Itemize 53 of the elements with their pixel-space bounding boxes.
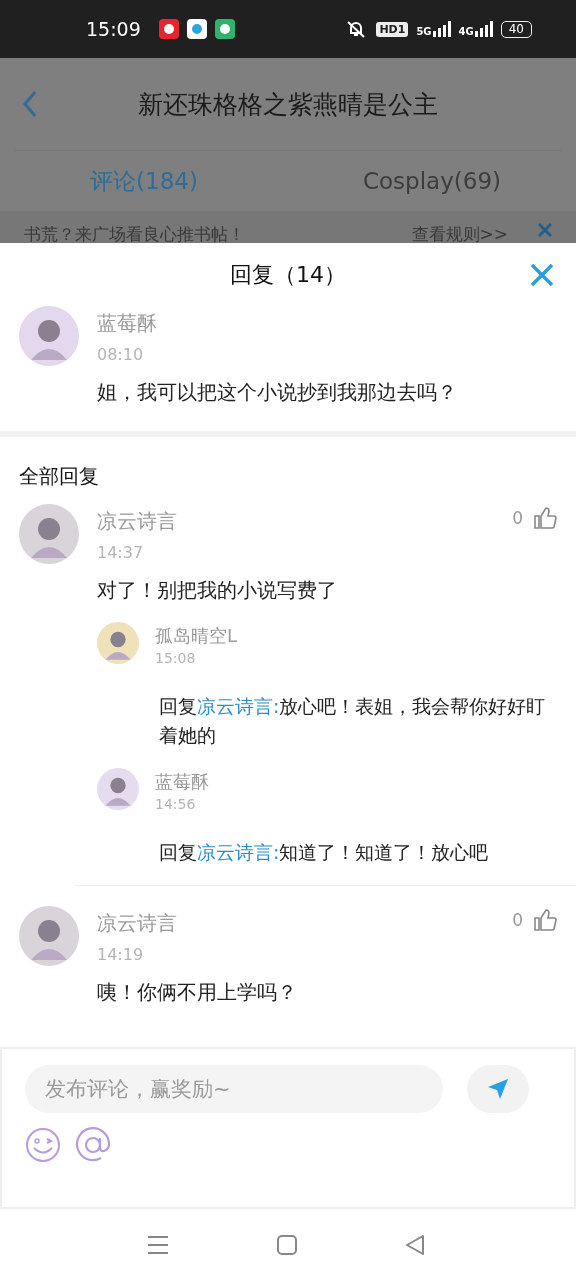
home-icon[interactable] — [277, 1235, 297, 1255]
section-title: 全部回复 — [18, 463, 100, 490]
comment-time: 14:37 — [97, 543, 145, 562]
send-button[interactable] — [467, 1065, 529, 1113]
comment-time: 08:10 — [97, 345, 145, 364]
comment-text: 姐，我可以把这个小说抄到我那边去吗？ — [97, 379, 458, 406]
avatar — [97, 768, 139, 810]
thumbs-up-icon[interactable] — [533, 506, 557, 530]
network-label: 5G — [416, 26, 432, 37]
avatar — [97, 622, 139, 664]
menu-icon[interactable] — [147, 1235, 169, 1255]
app-icon — [158, 19, 179, 39]
banner-text: 书荒？来广场看良心推书帖！ — [24, 223, 246, 243]
comment-time: 14:19 — [97, 945, 145, 964]
app-icon — [214, 19, 235, 39]
comment-text: 咦！你俩不用上学吗？ — [97, 979, 298, 1006]
user-link[interactable]: 凉云诗言: — [197, 841, 280, 863]
reply-time: 14:56 — [155, 796, 197, 812]
close-icon[interactable] — [530, 263, 554, 287]
back-icon[interactable] — [405, 1235, 425, 1255]
user-name: 凉云诗言 — [97, 911, 178, 935]
user-name: 孤岛晴空L — [155, 626, 239, 646]
reply-text: 回复凉云诗言:知道了！知道了！放心吧 — [159, 840, 490, 865]
reply-time: 15:08 — [155, 650, 197, 666]
tab[interactable]: 评论(184) — [0, 164, 288, 198]
send-icon — [486, 1077, 510, 1101]
emoji-icon[interactable] — [25, 1127, 61, 1163]
user-name: 凉云诗言 — [97, 509, 178, 533]
thumbs-up-icon[interactable] — [533, 908, 557, 932]
user-link[interactable]: 凉云诗言: — [197, 695, 280, 717]
page-title: 新还珠格格之紫燕晴是公主 — [137, 88, 439, 121]
tab[interactable]: Cosplay(69) — [288, 167, 576, 195]
user-name: 蓝莓酥 — [97, 311, 158, 335]
battery: 40 — [500, 20, 532, 38]
network-badge: HD1 — [376, 21, 409, 37]
rules-link[interactable]: 查看规则>> — [411, 223, 508, 243]
comment-text: 对了！别把我的小说写费了 — [97, 577, 338, 604]
avatar — [19, 906, 79, 966]
signal-icon — [474, 21, 493, 37]
clock: 15:09 — [86, 18, 141, 40]
like-count: 0 — [512, 910, 523, 930]
app-icon — [186, 19, 207, 39]
signal-icon — [432, 21, 451, 37]
close-icon[interactable] — [538, 223, 552, 237]
avatar — [19, 306, 79, 366]
mention-icon[interactable] — [75, 1127, 111, 1163]
sheet-title: 回复（14） — [230, 260, 346, 289]
user-name: 蓝莓酥 — [155, 772, 210, 792]
network-label: 4G — [458, 26, 474, 37]
reply-text: 回复凉云诗言:放心吧！表姐，我会帮你好好盯着她的 — [159, 694, 547, 748]
comment-field[interactable]: 发布评论，赢奖励~ — [25, 1065, 443, 1113]
avatar — [19, 504, 79, 564]
like-count: 0 — [512, 508, 523, 528]
